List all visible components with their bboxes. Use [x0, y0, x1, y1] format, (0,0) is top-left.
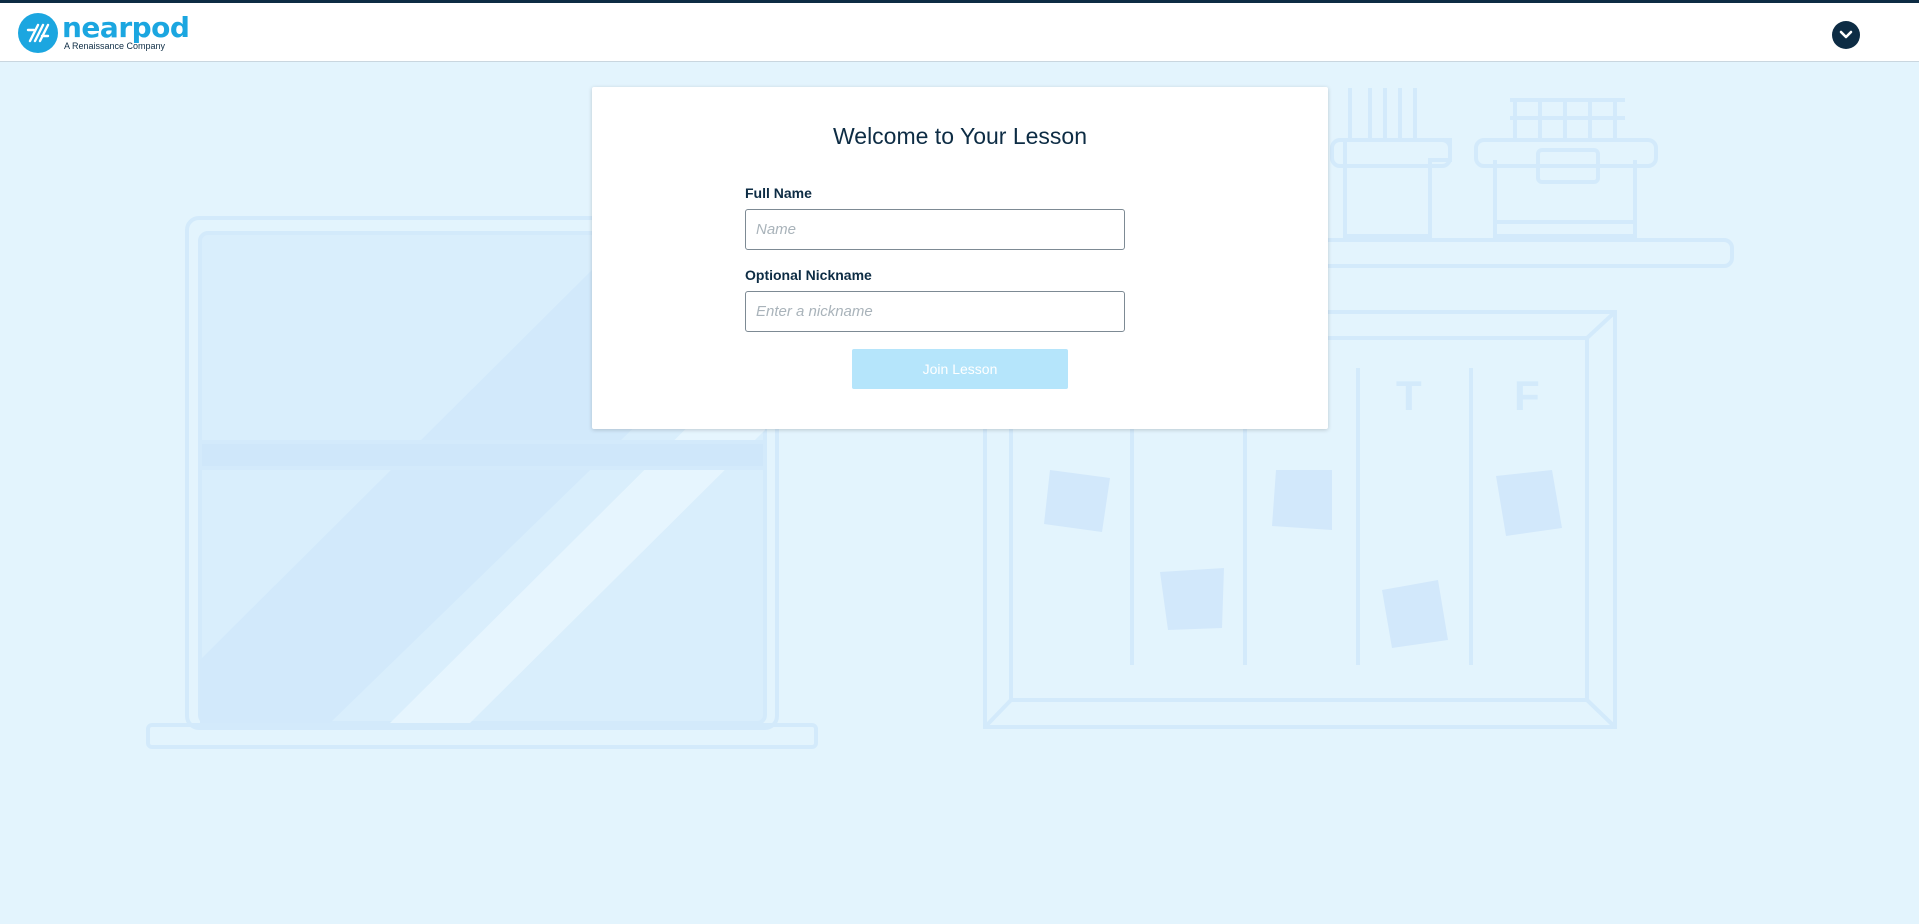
- full-name-input[interactable]: [745, 209, 1125, 250]
- board-letter-t: T: [1396, 372, 1422, 419]
- brand-tagline: A Renaissance Company: [64, 40, 166, 51]
- board-letter-f: F: [1514, 372, 1540, 419]
- shelf-illustration: [1308, 88, 1734, 268]
- brand-name: nearpod: [62, 10, 190, 44]
- join-lesson-card: Welcome to Your Lesson Full Name Optiona…: [592, 87, 1328, 429]
- nearpod-logo[interactable]: nearpod A Renaissance Company: [18, 10, 190, 53]
- nickname-label: Optional Nickname: [745, 267, 872, 283]
- nearpod-logo-icon: [18, 13, 58, 53]
- account-menu-button[interactable]: [1832, 21, 1860, 49]
- nickname-input[interactable]: [745, 291, 1125, 332]
- top-bar: nearpod A Renaissance Company: [0, 0, 1919, 62]
- logo-text: nearpod A Renaissance Company: [62, 10, 190, 52]
- join-lesson-button[interactable]: Join Lesson: [852, 349, 1068, 389]
- chevron-down-icon: [1839, 30, 1853, 39]
- page-title: Welcome to Your Lesson: [832, 123, 1087, 149]
- full-name-label: Full Name: [745, 185, 812, 201]
